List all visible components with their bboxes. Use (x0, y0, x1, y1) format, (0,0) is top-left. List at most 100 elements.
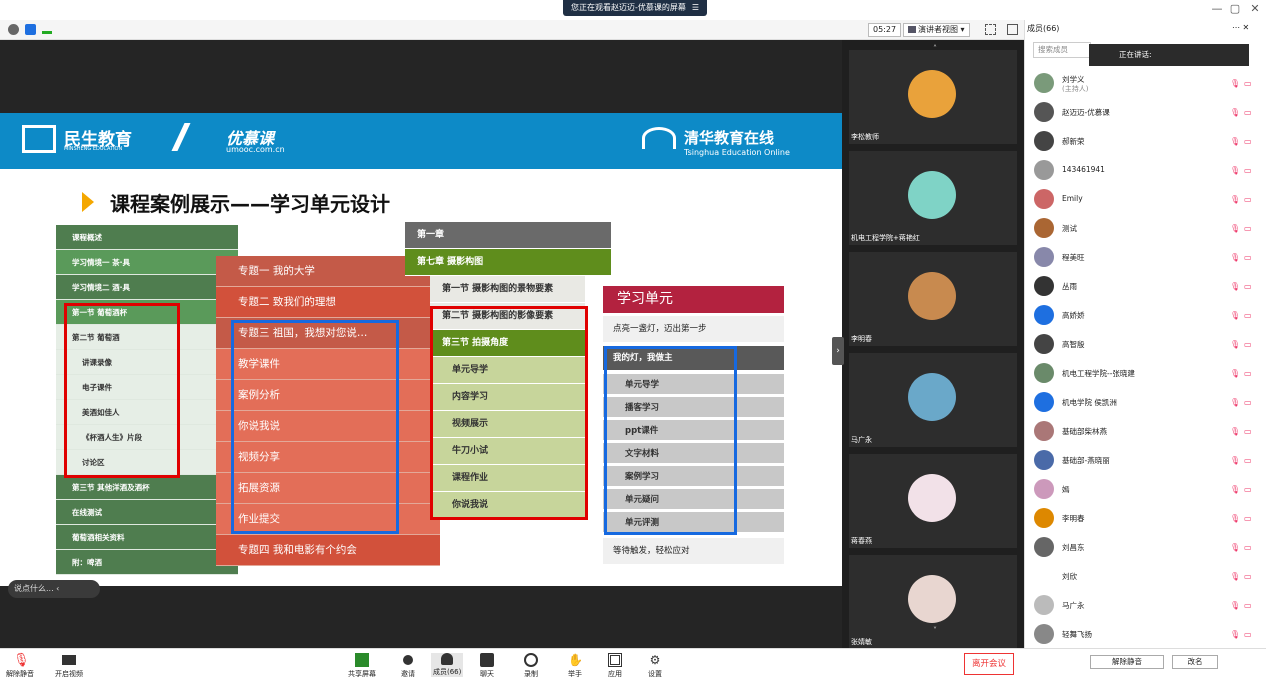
mic-muted-icon[interactable]: 🎙 (1230, 456, 1240, 466)
camera-off-icon[interactable]: ▭ (1244, 369, 1254, 378)
record-button[interactable]: 录制 (524, 653, 538, 679)
mic-muted-icon[interactable]: 🎙 (1230, 253, 1240, 263)
invite-button[interactable]: 邀请 (401, 653, 415, 679)
member-row[interactable]: 李明春 🎙 ▭ (1034, 505, 1260, 532)
share-screen-button[interactable]: 共享屏幕 (348, 653, 376, 679)
panel-more-icon[interactable]: ⋯ ✕ (1232, 23, 1249, 32)
collapse-rail-button[interactable]: › (832, 337, 844, 365)
leave-meeting-button[interactable]: 离开会议 (964, 653, 1014, 675)
mute-button[interactable]: 🎙 解除静音 (6, 653, 34, 679)
members-title: 成员(66) (1027, 24, 1060, 33)
camera-off-icon[interactable]: ▭ (1244, 253, 1254, 262)
member-row[interactable]: 143461941 🎙 ▭ (1034, 157, 1260, 184)
camera-off-icon[interactable]: ▭ (1244, 456, 1254, 465)
camera-off-icon[interactable]: ▭ (1244, 572, 1254, 581)
member-row[interactable]: 轻舞飞扬 🎙 ▭ (1034, 621, 1260, 648)
camera-off-icon[interactable]: ▭ (1244, 311, 1254, 320)
mic-muted-icon[interactable]: 🎙 (1230, 137, 1240, 147)
info-icon[interactable] (8, 24, 19, 35)
scroll-down-icon[interactable]: ˅ (921, 626, 949, 636)
camera-off-icon[interactable]: ▭ (1244, 543, 1254, 552)
member-row[interactable]: 基础部柴林燕 🎙 ▭ (1034, 418, 1260, 445)
member-row[interactable]: 高智殷 🎙 ▭ (1034, 331, 1260, 358)
fullscreen-icon[interactable] (985, 24, 996, 35)
camera-off-icon[interactable]: ▭ (1244, 137, 1254, 146)
video-tile[interactable]: 蒋春燕 (849, 454, 1017, 548)
camera-off-icon[interactable]: ▭ (1244, 630, 1254, 639)
camera-off-icon[interactable]: ▭ (1244, 427, 1254, 436)
camera-off-icon[interactable]: ▭ (1244, 398, 1254, 407)
rename-button[interactable]: 改名 (1172, 655, 1218, 669)
col1-item: 课程概述 (56, 225, 238, 250)
apps-button[interactable]: 应用 (608, 653, 622, 679)
member-avatar (1034, 102, 1054, 122)
mic-muted-icon[interactable]: 🎙 (1230, 572, 1240, 582)
mic-muted-icon[interactable]: 🎙 (1230, 340, 1240, 350)
unmute-all-button[interactable]: 解除静音 (1090, 655, 1164, 669)
mic-muted-icon[interactable]: 🎙 (1230, 601, 1240, 611)
menu-icon[interactable]: ☰ (692, 0, 699, 16)
mic-muted-icon[interactable]: 🎙 (1230, 79, 1240, 89)
camera-off-icon[interactable]: ▭ (1244, 340, 1254, 349)
camera-off-icon[interactable]: ▭ (1244, 601, 1254, 610)
member-row[interactable]: 嫣 🎙 ▭ (1034, 476, 1260, 503)
tsinghua-logo-icon (642, 127, 676, 149)
camera-off-icon[interactable]: ▭ (1244, 514, 1254, 523)
video-tile[interactable]: 马广永 (849, 353, 1017, 447)
mic-muted-icon[interactable]: 🎙 (1230, 398, 1240, 408)
member-row[interactable]: 马广永 🎙 ▭ (1034, 592, 1260, 619)
member-row[interactable]: 程美旺 🎙 ▭ (1034, 244, 1260, 271)
mic-muted-icon[interactable]: 🎙 (1230, 543, 1240, 553)
member-row[interactable]: 刘学义 (主持人) 🎙 ▭ (1034, 70, 1260, 97)
video-tile[interactable]: 李松教师 (849, 50, 1017, 144)
chat-button[interactable]: 聊天 (480, 653, 494, 679)
member-row[interactable]: 刘昌东 🎙 ▭ (1034, 534, 1260, 561)
camera-off-icon[interactable]: ▭ (1244, 485, 1254, 494)
view-mode-select[interactable]: 演讲者视图 ▾ (903, 23, 970, 37)
video-tile[interactable]: 李明春 (849, 252, 1017, 346)
close-button[interactable]: ✕ (1248, 2, 1262, 16)
layout-icon[interactable] (1007, 24, 1018, 35)
mic-muted-icon[interactable]: 🎙 (1230, 485, 1240, 495)
mic-muted-icon[interactable]: 🎙 (1230, 282, 1240, 292)
camera-off-icon[interactable]: ▭ (1244, 79, 1254, 88)
mic-muted-icon[interactable]: 🎙 (1230, 630, 1240, 640)
camera-off-icon[interactable]: ▭ (1244, 195, 1254, 204)
member-row[interactable]: Emily 🎙 ▭ (1034, 186, 1260, 213)
member-row[interactable]: 丛雨 🎙 ▭ (1034, 273, 1260, 300)
settings-button[interactable]: ⚙ 设置 (648, 653, 662, 679)
search-members-input[interactable]: 搜索成员 (1033, 42, 1091, 58)
camera-off-icon[interactable]: ▭ (1244, 108, 1254, 117)
share-banner: 您正在观看赵迈迈-优慕课的屏幕 ☰ (563, 0, 708, 16)
member-row[interactable]: 基础部-燕晓丽 🎙 ▭ (1034, 447, 1260, 474)
video-tile[interactable]: 机电工程学院+蒋艳红 (849, 151, 1017, 245)
mic-muted-icon[interactable]: 🎙 (1230, 224, 1240, 234)
member-row[interactable]: 测试 🎙 ▭ (1034, 215, 1260, 242)
member-row[interactable]: 郝新荣 🎙 ▭ (1034, 128, 1260, 155)
raise-hand-button[interactable]: ✋ 举手 (568, 653, 583, 679)
mic-muted-icon[interactable]: 🎙 (1230, 514, 1240, 524)
camera-off-icon[interactable]: ▭ (1244, 166, 1254, 175)
member-row[interactable]: 赵迈迈-优慕课 🎙 ▭ (1034, 99, 1260, 126)
minimize-button[interactable]: — (1210, 2, 1224, 16)
mic-muted-icon[interactable]: 🎙 (1230, 427, 1240, 437)
mic-muted-icon[interactable]: 🎙 (1230, 369, 1240, 379)
mic-muted-icon[interactable]: 🎙 (1230, 311, 1240, 321)
camera-off-icon[interactable]: ▭ (1244, 224, 1254, 233)
member-name: 高智殷 (1062, 340, 1085, 349)
member-name: Emily (1062, 194, 1083, 203)
chat-input[interactable]: 说点什么... ‹ (8, 580, 100, 598)
shield-icon[interactable] (25, 24, 36, 35)
member-row[interactable]: 机电工程学院--张晓建 🎙 ▭ (1034, 360, 1260, 387)
mic-muted-icon[interactable]: 🎙 (1230, 108, 1240, 118)
members-button[interactable]: 成员(66) (431, 653, 464, 677)
member-name: 机电工程学院--张晓建 (1062, 369, 1135, 378)
video-button[interactable]: 开启视频 (55, 653, 83, 679)
mic-muted-icon[interactable]: 🎙 (1230, 166, 1240, 176)
member-row[interactable]: 刘欣 🎙 ▭ (1034, 563, 1260, 590)
camera-off-icon[interactable]: ▭ (1244, 282, 1254, 291)
maximize-button[interactable]: ▢ (1228, 2, 1242, 16)
mic-muted-icon[interactable]: 🎙 (1230, 195, 1240, 205)
member-row[interactable]: 机电学院 侯凯洲 🎙 ▭ (1034, 389, 1260, 416)
member-row[interactable]: 高娇娇 🎙 ▭ (1034, 302, 1260, 329)
